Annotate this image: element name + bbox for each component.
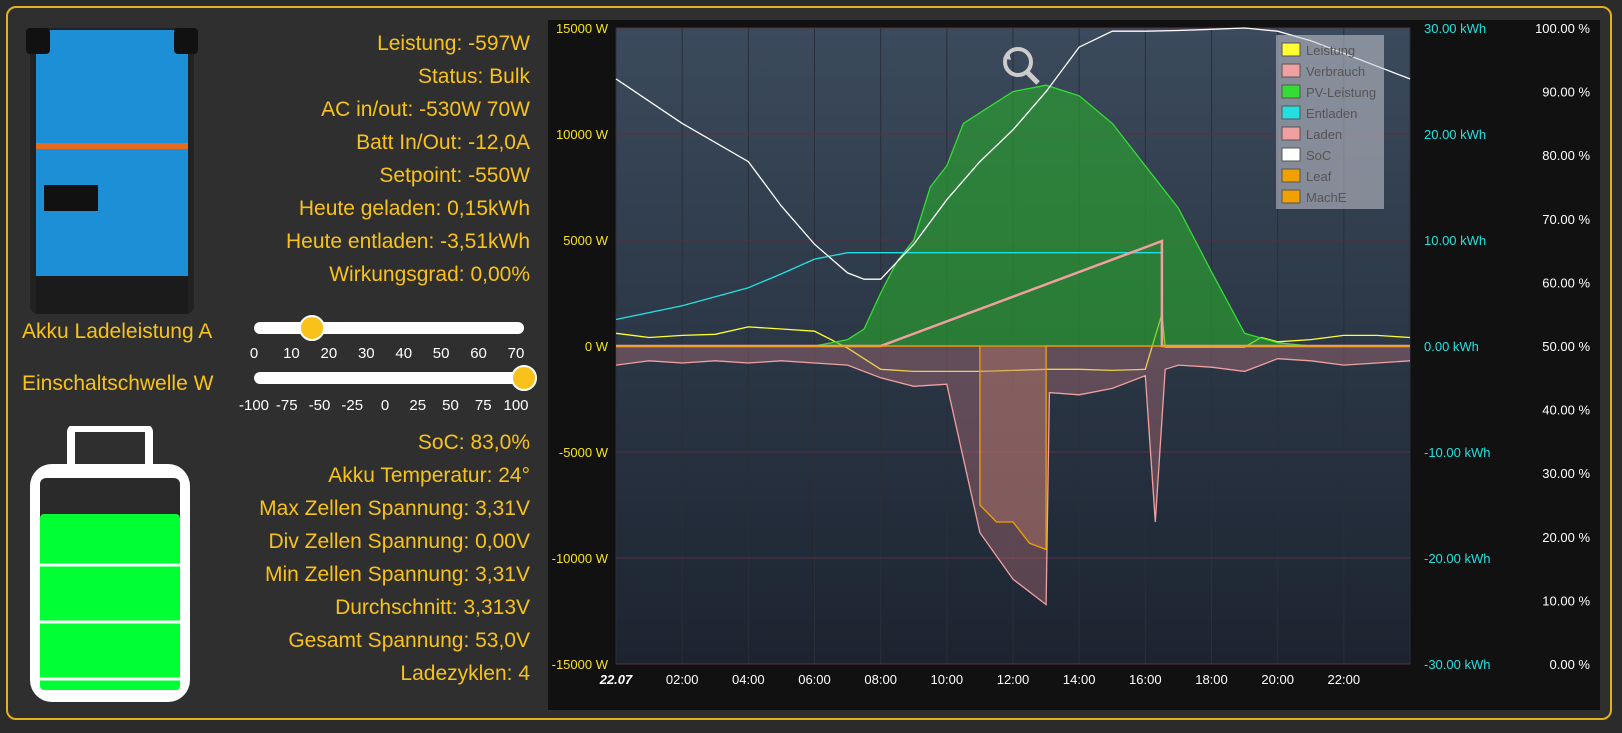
slider-tick-label: 20: [320, 345, 338, 362]
x-tick-label: 16:00: [1129, 672, 1162, 687]
y-mid-tick-label: 30.00 kWh: [1424, 21, 1486, 36]
x-tick-label: 14:00: [1063, 672, 1096, 687]
y-left-tick-label: 10000 W: [556, 127, 609, 142]
slider-tick-label: 40: [395, 345, 413, 362]
battery-stat-line: Div Zellen Spannung: 0,00V: [268, 530, 530, 553]
inverter-stat-line: Status: Bulk: [417, 65, 530, 88]
battery-icon: [30, 426, 190, 702]
x-tick-label: 08:00: [864, 672, 897, 687]
inverter-stat-line: Setpoint: -550W: [379, 164, 530, 187]
y-mid-tick-label: -10.00 kWh: [1424, 445, 1490, 460]
battery-stat-line: SoC: 83,0%: [417, 431, 530, 454]
x-tick-label: 10:00: [931, 672, 964, 687]
y-right-tick-label: 40.00 %: [1542, 403, 1590, 418]
threshold-label: Einschaltschwelle W: [22, 372, 214, 395]
y-right-tick-label: 10.00 %: [1542, 593, 1590, 608]
battery-stat-line: Durchschnitt: 3,313V: [335, 596, 530, 619]
x-tick-label: 18:00: [1195, 672, 1228, 687]
legend-swatch: [1281, 42, 1301, 57]
legend-label: Laden: [1306, 127, 1342, 142]
x-tick-label: 02:00: [666, 672, 699, 687]
legend-swatch: [1281, 63, 1301, 78]
legend-label: PV-Leistung: [1306, 85, 1376, 100]
legend-swatch: [1281, 189, 1301, 204]
y-mid-tick-label: 20.00 kWh: [1424, 127, 1486, 142]
legend-swatch: [1281, 147, 1301, 162]
x-tick-label: 06:00: [798, 672, 831, 687]
legend-label: Entladen: [1306, 106, 1357, 121]
battery-stat-line: Ladezyklen: 4: [400, 662, 530, 685]
inverter-stat-line: Heute entladen: -3,51kWh: [286, 230, 530, 253]
legend-label: Leaf: [1306, 169, 1332, 184]
battery-fill: [40, 514, 180, 690]
slider-tick-label: 30: [357, 345, 375, 362]
legend-label: Leistung: [1306, 43, 1355, 58]
charge-power-slider-handle[interactable]: [298, 315, 325, 341]
y-right-tick-label: 30.00 %: [1542, 466, 1590, 481]
y-left-tick-label: 5000 W: [563, 233, 609, 248]
slider-tick-label: -50: [308, 397, 331, 414]
battery-stats: SoC: 83,0% Akku Temperatur: 24° Max Zellen…: [230, 426, 530, 690]
y-left-tick-label: 15000 W: [556, 21, 609, 36]
y-left-tick-label: 0 W: [585, 339, 609, 354]
x-tick-label: 12:00: [997, 672, 1030, 687]
y-left-tick-label: -15000 W: [552, 657, 609, 672]
inverter-stats: Leistung: -597W Status: Bulk AC in/out: -5…: [230, 27, 530, 291]
battery-stat-line: Max Zellen Spannung: 3,31V: [259, 497, 530, 520]
charge-power-slider[interactable]: [254, 315, 524, 341]
y-right-tick-label: 50.00 %: [1542, 339, 1590, 354]
y-right-tick-label: 80.00 %: [1542, 148, 1590, 163]
slider-tick-label: 25: [409, 397, 427, 414]
legend-swatch: [1281, 168, 1301, 183]
y-mid-tick-label: -20.00 kWh: [1424, 551, 1490, 566]
y-mid-tick-label: -30.00 kWh: [1424, 657, 1490, 672]
x-tick-label: 04:00: [732, 672, 765, 687]
inverter-stat-line: AC in/out: -530W 70W: [321, 98, 530, 121]
charge-power-label: Akku Ladeleistung A: [22, 320, 213, 343]
legend-label: SoC: [1306, 148, 1331, 163]
legend-swatch: [1281, 126, 1301, 141]
slider-tick-label: 75: [474, 397, 492, 414]
battery-stat-line: Gesamt Spannung: 53,0V: [288, 629, 530, 652]
y-right-tick-label: 70.00 %: [1542, 212, 1590, 227]
y-right-tick-label: 90.00 %: [1542, 85, 1590, 100]
inverter-stat-line: Heute geladen: 0,15kWh: [298, 197, 530, 220]
y-mid-tick-label: 10.00 kWh: [1424, 233, 1486, 248]
y-right-tick-label: 100.00 %: [1535, 21, 1590, 36]
multiplus-ii-inverter-icon: [26, 28, 198, 314]
slider-tick-label: 0: [249, 345, 259, 362]
x-tick-label-date: 22.07: [599, 672, 633, 687]
x-tick-label: 22:00: [1328, 672, 1361, 687]
y-left-tick-label: -5000 W: [559, 445, 609, 460]
battery-stat-line: Min Zellen Spannung: 3,31V: [264, 563, 530, 586]
threshold-slider-handle[interactable]: [511, 365, 537, 391]
inverter-stat-line: Leistung: -597W: [377, 32, 530, 55]
legend-swatch: [1281, 84, 1301, 99]
slider-tick-label: 0: [380, 397, 390, 414]
inverter-stat-line: Wirkungsgrad: 0,00%: [329, 263, 530, 286]
legend-swatch: [1281, 105, 1301, 120]
x-tick-label: 20:00: [1261, 672, 1294, 687]
slider-tick-label: 50: [432, 345, 450, 362]
slider-tick-label: 50: [442, 397, 459, 414]
y-right-tick-label: 0.00 %: [1550, 657, 1591, 672]
y-right-tick-label: 20.00 %: [1542, 530, 1590, 545]
y-mid-tick-label: 0.00 kWh: [1424, 339, 1479, 354]
slider-tick-label: 100: [503, 397, 529, 414]
legend-label: MachE: [1306, 190, 1347, 205]
legend-label: Verbrauch: [1306, 64, 1365, 79]
threshold-slider[interactable]: [254, 365, 537, 391]
slider-tick-label: 60: [470, 345, 487, 362]
inverter-stat-line: Batt In/Out: -12,0A: [356, 131, 530, 154]
y-left-tick-label: -10000 W: [552, 551, 609, 566]
y-right-tick-label: 60.00 %: [1542, 275, 1590, 290]
slider-tick-label: -100: [238, 397, 270, 414]
energy-chart: 15000 W 30.00 kWh 10000 W 20.00 kWh 5000 W 10…: [548, 20, 1600, 710]
slider-tick-label: 70: [507, 345, 525, 362]
battery-stat-line: Akku Temperatur: 24°: [328, 464, 530, 487]
slider-tick-label: 10: [283, 345, 300, 362]
slider-tick-label: -25: [341, 397, 364, 414]
slider-tick-label: -75: [275, 397, 298, 414]
